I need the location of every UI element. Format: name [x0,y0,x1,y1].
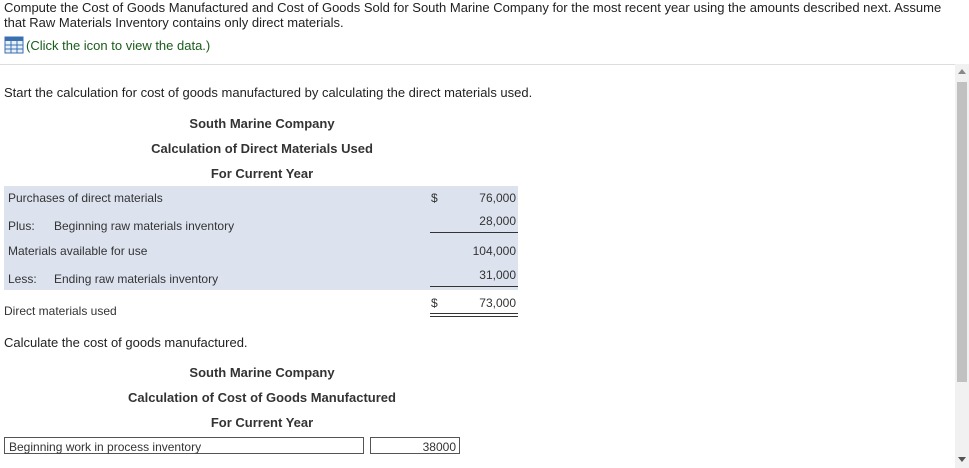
amount-cell[interactable]: 31,000 [434,268,516,282]
underline [430,232,518,233]
part1-title: Calculation of Direct Materials Used [151,141,373,156]
part1-instruction: Start the calculation for cost of goods … [4,85,533,100]
row-prefix: Less: [8,272,37,286]
amount-cell[interactable]: 28,000 [434,214,516,228]
row-label: Direct materials used [4,304,117,318]
vertical-scrollbar[interactable] [955,64,969,468]
double-underline-bottom [430,316,518,317]
part1-company: South Marine Company [189,116,335,131]
row-prefix: Plus: [8,219,35,233]
row-label: Beginning raw materials inventory [54,219,235,233]
row-label: Ending raw materials inventory [54,272,219,286]
double-underline-top [430,313,518,314]
part2-company: South Marine Company [189,365,335,380]
row-label: Purchases of direct materials [8,191,163,205]
amount-cell[interactable]: 104,000 [434,244,516,258]
part1-period: For Current Year [210,166,314,181]
row-label: Materials available for use [8,244,148,258]
scroll-thumb[interactable] [957,82,967,382]
part2-period: For Current Year [210,415,314,430]
data-table-icon[interactable] [4,36,24,54]
amount-cell[interactable]: 76,000 [434,191,516,205]
underline [430,286,518,287]
row-label: Beginning work in process inventory [9,440,202,454]
beginning-wip-amount-field[interactable]: 38000 [370,437,460,454]
scroll-down-icon[interactable] [958,457,966,462]
part2-title: Calculation of Cost of Goods Manufacture… [128,390,396,405]
amount-cell[interactable]: 73,000 [434,296,516,310]
data-link[interactable]: (Click the icon to view the data.) [4,36,210,54]
part2-instruction: Calculate the cost of goods manufactured… [4,335,248,350]
amount-value: 38000 [422,440,456,454]
beginning-wip-label-field[interactable]: Beginning work in process inventory [4,437,364,454]
question-text: Compute the Cost of Goods Manufactured a… [4,0,942,30]
scroll-up-icon[interactable] [958,69,966,74]
data-link-text[interactable]: (Click the icon to view the data.) [26,38,210,53]
divider [0,64,955,65]
